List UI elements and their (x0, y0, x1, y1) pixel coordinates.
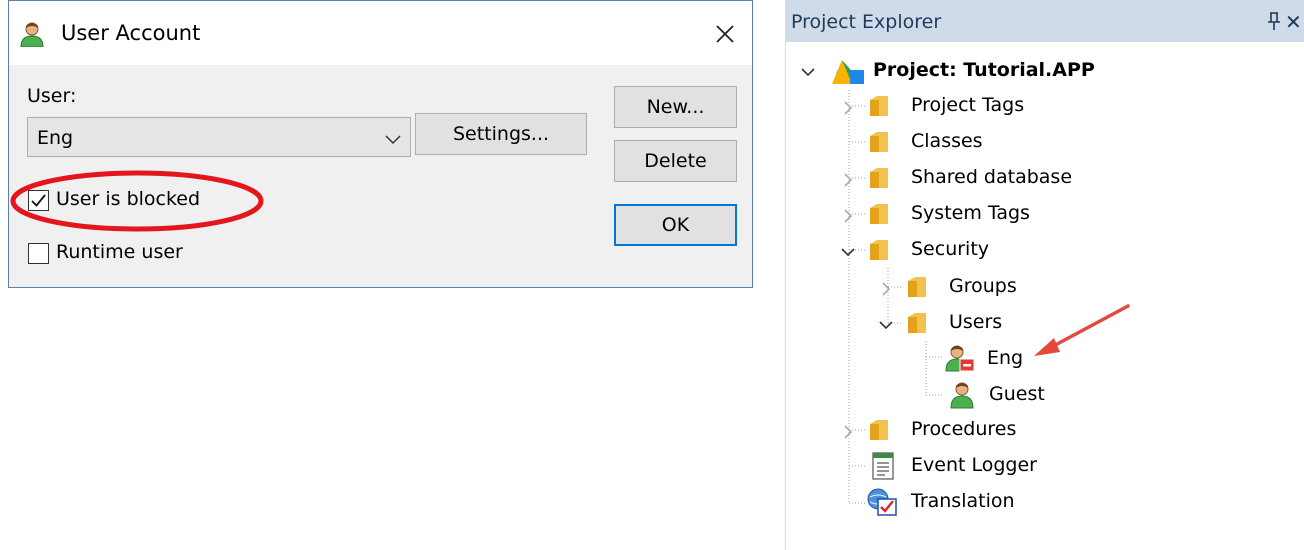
chevron-right-icon[interactable] (840, 172, 856, 188)
tree-item-event-logger[interactable]: Event Logger (911, 454, 1037, 476)
project-explorer-header: Project Explorer ✕ (785, 0, 1304, 42)
user-select[interactable]: Eng (27, 117, 411, 157)
chevron-down-icon[interactable] (840, 244, 856, 260)
tree-item-classes[interactable]: Classes (911, 130, 983, 152)
tree-item-users[interactable]: Users (949, 311, 1002, 333)
project-icon (832, 60, 864, 84)
chevron-right-icon[interactable] (840, 208, 856, 224)
folder-icon (870, 96, 888, 116)
blocked-user-icon (945, 345, 975, 372)
project-explorer-panel (785, 42, 1304, 550)
folder-icon (908, 277, 926, 297)
tree-item-guest[interactable]: Guest (989, 383, 1045, 405)
folder-icon (870, 240, 888, 260)
tree-item-translation[interactable]: Translation (911, 490, 1015, 512)
user-icon (20, 22, 44, 47)
runtime-user-label: Runtime user (56, 241, 183, 263)
tree-item-project-tags[interactable]: Project Tags (911, 94, 1024, 116)
tree-item-procedures[interactable]: Procedures (911, 418, 1016, 440)
tree-item-groups[interactable]: Groups (949, 275, 1017, 297)
dialog-title-bar: User Account (9, 1, 752, 65)
tree-item-root[interactable]: Project: Tutorial.APP (873, 59, 1095, 81)
runtime-user-checkbox[interactable] (28, 243, 49, 264)
tree-item-system-tags[interactable]: System Tags (911, 202, 1030, 224)
user-blocked-label: User is blocked (56, 188, 201, 210)
user-account-dialog: User Account User: Eng Settings... New..… (8, 0, 753, 288)
settings-button[interactable]: Settings... (415, 113, 587, 155)
pin-icon[interactable] (1266, 10, 1282, 32)
dialog-title: User Account (61, 21, 201, 45)
user-icon (950, 382, 974, 409)
chevron-right-icon[interactable] (840, 100, 856, 116)
folder-icon (870, 420, 888, 440)
red-arrow-annotation (1034, 304, 1130, 356)
ok-button[interactable]: OK (614, 204, 737, 246)
folder-icon (870, 204, 888, 224)
checkmark-icon (31, 194, 46, 207)
user-select-value: Eng (37, 127, 74, 149)
chevron-right-icon[interactable] (840, 424, 856, 440)
chevron-right-icon[interactable] (878, 281, 894, 297)
chevron-down-icon (385, 135, 401, 145)
chevron-down-icon[interactable] (800, 64, 816, 80)
user-label: User: (27, 85, 77, 107)
delete-button[interactable]: Delete (614, 140, 737, 182)
folder-icon (870, 132, 888, 152)
close-button[interactable] (706, 15, 744, 53)
translation-icon (867, 488, 897, 516)
event-logger-icon (872, 452, 894, 480)
project-explorer-title: Project Explorer (791, 11, 942, 33)
tree-item-eng[interactable]: Eng (987, 347, 1023, 369)
folder-icon (908, 313, 926, 333)
new-button[interactable]: New... (614, 86, 737, 128)
close-icon[interactable]: ✕ (1285, 10, 1302, 34)
tree-item-shared-database[interactable]: Shared database (911, 166, 1072, 188)
chevron-down-icon[interactable] (878, 317, 894, 333)
user-blocked-checkbox[interactable] (28, 190, 49, 211)
folder-icon (870, 168, 888, 188)
tree-item-security[interactable]: Security (911, 238, 989, 260)
close-icon (716, 25, 734, 43)
